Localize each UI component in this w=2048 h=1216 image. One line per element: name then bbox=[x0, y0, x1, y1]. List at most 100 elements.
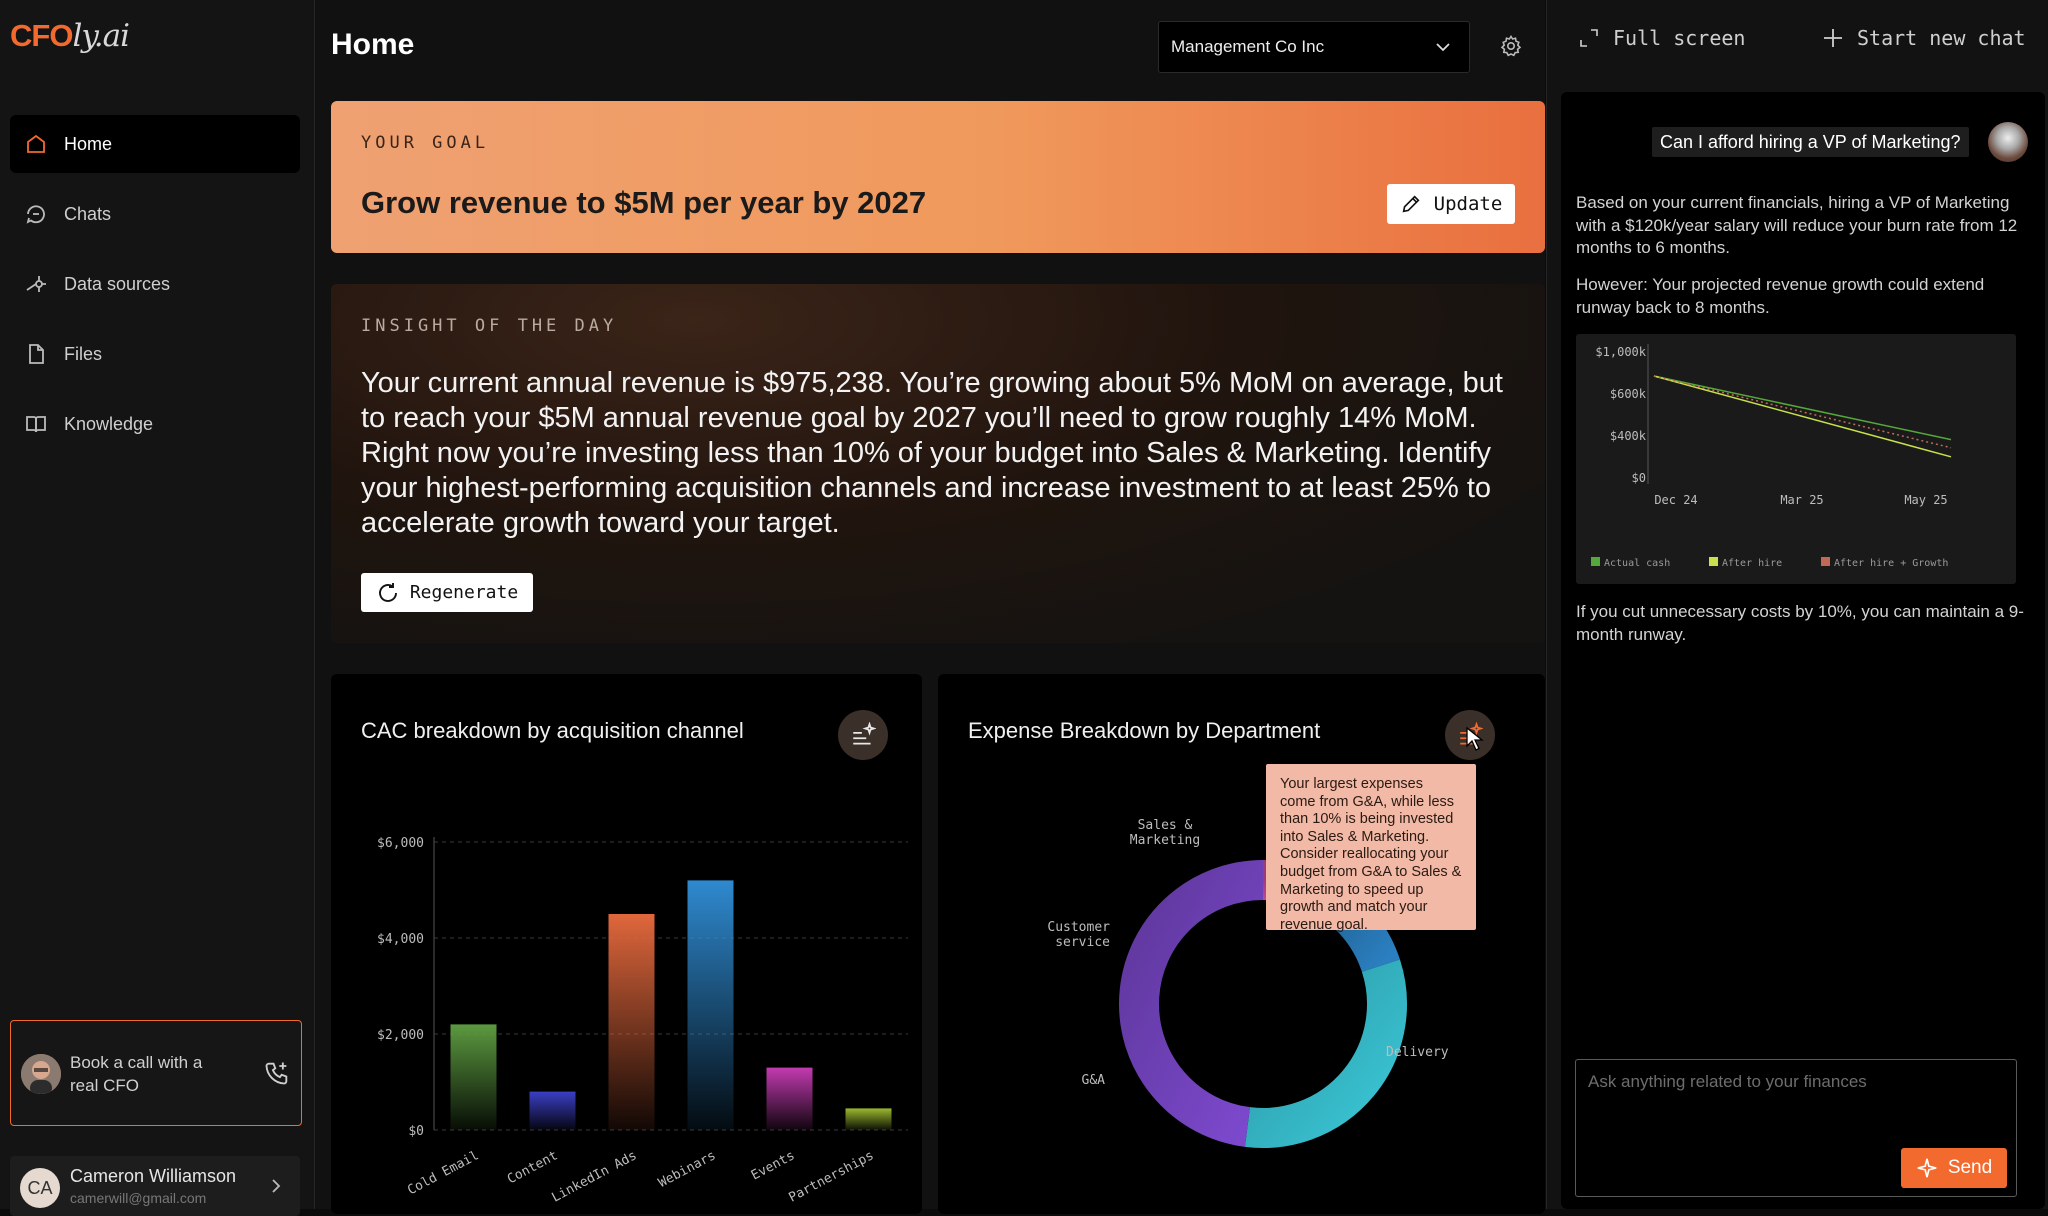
sidebar-item-files[interactable]: Files bbox=[10, 325, 300, 383]
y-tick-label: $0 bbox=[408, 1124, 424, 1139]
x-tick-label: Partnerships bbox=[786, 1148, 876, 1205]
sidebar-item-label: Knowledge bbox=[64, 413, 154, 434]
slice-label: Customer service bbox=[1047, 920, 1110, 950]
x-tick-label: Dec 24 bbox=[1654, 493, 1697, 507]
legend-label: After hire + Growth bbox=[1834, 558, 1948, 569]
chat-window: Can I afford hiring a VP of Marketing? B… bbox=[1561, 92, 2045, 1209]
sidebar-item-data-sources[interactable]: Data sources bbox=[10, 255, 300, 313]
send-button-label: Send bbox=[1947, 1157, 1993, 1178]
legend-label: Actual cash bbox=[1604, 558, 1670, 569]
x-tick-label: LinkedIn Ads bbox=[549, 1148, 639, 1205]
refresh-icon bbox=[378, 582, 397, 602]
slice-label: Delivery bbox=[1386, 1045, 1449, 1060]
full-screen-label: Full screen bbox=[1613, 26, 1746, 50]
x-tick-label: Cold Email bbox=[405, 1148, 481, 1198]
bar-partnerships bbox=[845, 1108, 892, 1130]
user-profile-card[interactable]: CA Cameron Williamson camerwill@gmail.co… bbox=[10, 1156, 300, 1216]
legend-swatch bbox=[1821, 557, 1830, 566]
logo[interactable]: CFOly.ai bbox=[10, 18, 130, 54]
runway-line-chart: $1,000k $600k $400k $0 Dec 24 Mar 25 May 25 Act… bbox=[1591, 344, 1952, 569]
book-call-label: Book a call with a real CFO bbox=[70, 1053, 203, 1095]
regenerate-button-label: Regenerate bbox=[409, 582, 519, 603]
bar-cold-email bbox=[450, 1024, 497, 1130]
x-tick-label: May 25 bbox=[1904, 493, 1947, 507]
pencil-icon bbox=[1402, 195, 1420, 213]
x-tick-label: Content bbox=[505, 1148, 560, 1187]
sidebar-item-label: Chats bbox=[64, 203, 112, 224]
x-tick-label: Events bbox=[749, 1148, 798, 1183]
update-button-label: Update bbox=[1433, 193, 1503, 215]
send-button[interactable]: Send bbox=[1901, 1148, 2007, 1188]
chevron-right-icon bbox=[272, 1179, 281, 1193]
full-screen-button[interactable]: Full screen bbox=[1577, 26, 1745, 50]
regenerate-button[interactable]: Regenerate bbox=[361, 573, 533, 612]
page-title: Home bbox=[331, 28, 415, 61]
insight-card: INSIGHT OF THE DAY Your current annual r… bbox=[331, 284, 1545, 643]
sidebar-item-knowledge[interactable]: Knowledge bbox=[10, 395, 300, 453]
insight-text: Your current annual revenue is $975,238.… bbox=[361, 367, 1503, 539]
company-select[interactable]: Management Co Inc bbox=[1158, 21, 1470, 73]
slice-delivery bbox=[1119, 860, 1264, 1147]
sidebar-item-label: Data sources bbox=[64, 273, 171, 294]
cac-bar-chart: $6,000 $4,000 $2,000 $0 Cold Email ContentLin… bbox=[377, 836, 908, 1206]
bar-content bbox=[529, 1091, 576, 1130]
expand-icon bbox=[1580, 29, 1598, 47]
plus-icon bbox=[1824, 29, 1842, 47]
start-new-chat-button[interactable]: Start new chat bbox=[1821, 26, 2026, 50]
legend-label: After hire bbox=[1722, 558, 1782, 569]
phone-plus-icon bbox=[265, 1062, 288, 1085]
slice-label: Sales & Marketing bbox=[1130, 818, 1200, 848]
sidebar-item-chats[interactable]: Chats bbox=[10, 185, 300, 243]
book-icon bbox=[22, 410, 50, 438]
file-icon bbox=[22, 340, 50, 368]
runway-chart: $1,000k $600k $400k $0 Dec 24 Mar 25 May 25 Act… bbox=[1576, 334, 2016, 584]
update-goal-button[interactable]: Update bbox=[1387, 184, 1515, 224]
insight-kicker: INSIGHT OF THE DAY bbox=[361, 316, 618, 336]
bar-webinars bbox=[687, 880, 734, 1130]
series-line-after-hire bbox=[1653, 375, 1952, 458]
avatar bbox=[1988, 122, 2028, 162]
user-name: Cameron Williamson bbox=[70, 1166, 237, 1186]
main-content: Home Management Co Inc YOUR GOAL Grow re… bbox=[315, 0, 1545, 1214]
chat-history-icon bbox=[22, 200, 50, 228]
user-message: Can I afford hiring a VP of Marketing? bbox=[1652, 127, 1969, 157]
company-select-value: Management Co Inc bbox=[1171, 37, 1325, 56]
x-tick-label: Webinars bbox=[656, 1148, 718, 1191]
y-tick-label: $1,000k bbox=[1595, 345, 1646, 359]
chat-input[interactable]: Ask anything related to your finances Se… bbox=[1575, 1059, 2017, 1197]
slice-label: G&A bbox=[1082, 1073, 1106, 1088]
expense-insight-tooltip: Your largest expenses come from G&A, whi… bbox=[1266, 764, 1476, 933]
home-icon bbox=[22, 130, 50, 158]
chat-input-placeholder: Ask anything related to your finances bbox=[1588, 1072, 1867, 1091]
expense-donut-chart: Sales & Marketing Customer service G&A Delive… bbox=[1047, 818, 1449, 1148]
goal-kicker: YOUR GOAL bbox=[361, 133, 490, 153]
cfo-avatar bbox=[21, 1054, 61, 1094]
y-tick-label: $600k bbox=[1610, 387, 1647, 401]
chevron-down-icon bbox=[1436, 43, 1450, 52]
start-new-chat-label: Start new chat bbox=[1857, 26, 2026, 50]
sidebar-item-label: Home bbox=[64, 133, 113, 154]
slice-g-a bbox=[1244, 959, 1407, 1148]
goal-text: Grow revenue to $5M per year by 2027 bbox=[361, 185, 927, 220]
assistant-message: If you cut unnecessary costs by 10%, you… bbox=[1576, 602, 2024, 644]
bar-events bbox=[766, 1067, 813, 1130]
user-email: camerwill@gmail.com bbox=[70, 1190, 207, 1206]
cac-chart-panel: CAC breakdown by acquisition channel $6,… bbox=[331, 674, 922, 1214]
gear-icon[interactable] bbox=[1499, 34, 1523, 58]
book-call-card[interactable]: Book a call with a real CFO bbox=[10, 1020, 302, 1126]
y-tick-label: $6,000 bbox=[377, 836, 424, 851]
y-tick-label: $0 bbox=[1632, 471, 1646, 485]
y-tick-label: $4,000 bbox=[377, 932, 424, 947]
legend-swatch bbox=[1709, 557, 1718, 566]
sidebar: CFOly.ai Home Chats Data sources Files K… bbox=[0, 0, 315, 1216]
legend-swatch bbox=[1591, 557, 1600, 566]
sidebar-item-home[interactable]: Home bbox=[10, 115, 300, 173]
data-sources-icon bbox=[22, 270, 50, 298]
series-line-after-hire-growth bbox=[1653, 375, 1952, 449]
chat-panel: Full screen Start new chat Can I afford … bbox=[1546, 0, 2048, 1209]
y-tick-label: $400k bbox=[1610, 429, 1647, 443]
x-tick-label: Mar 25 bbox=[1780, 493, 1823, 507]
series-line-actual-cash bbox=[1653, 375, 1952, 441]
assistant-message: However: Your projected revenue growth c… bbox=[1576, 275, 1985, 317]
assistant-message: Based on your current financials, hiring… bbox=[1576, 193, 2018, 258]
